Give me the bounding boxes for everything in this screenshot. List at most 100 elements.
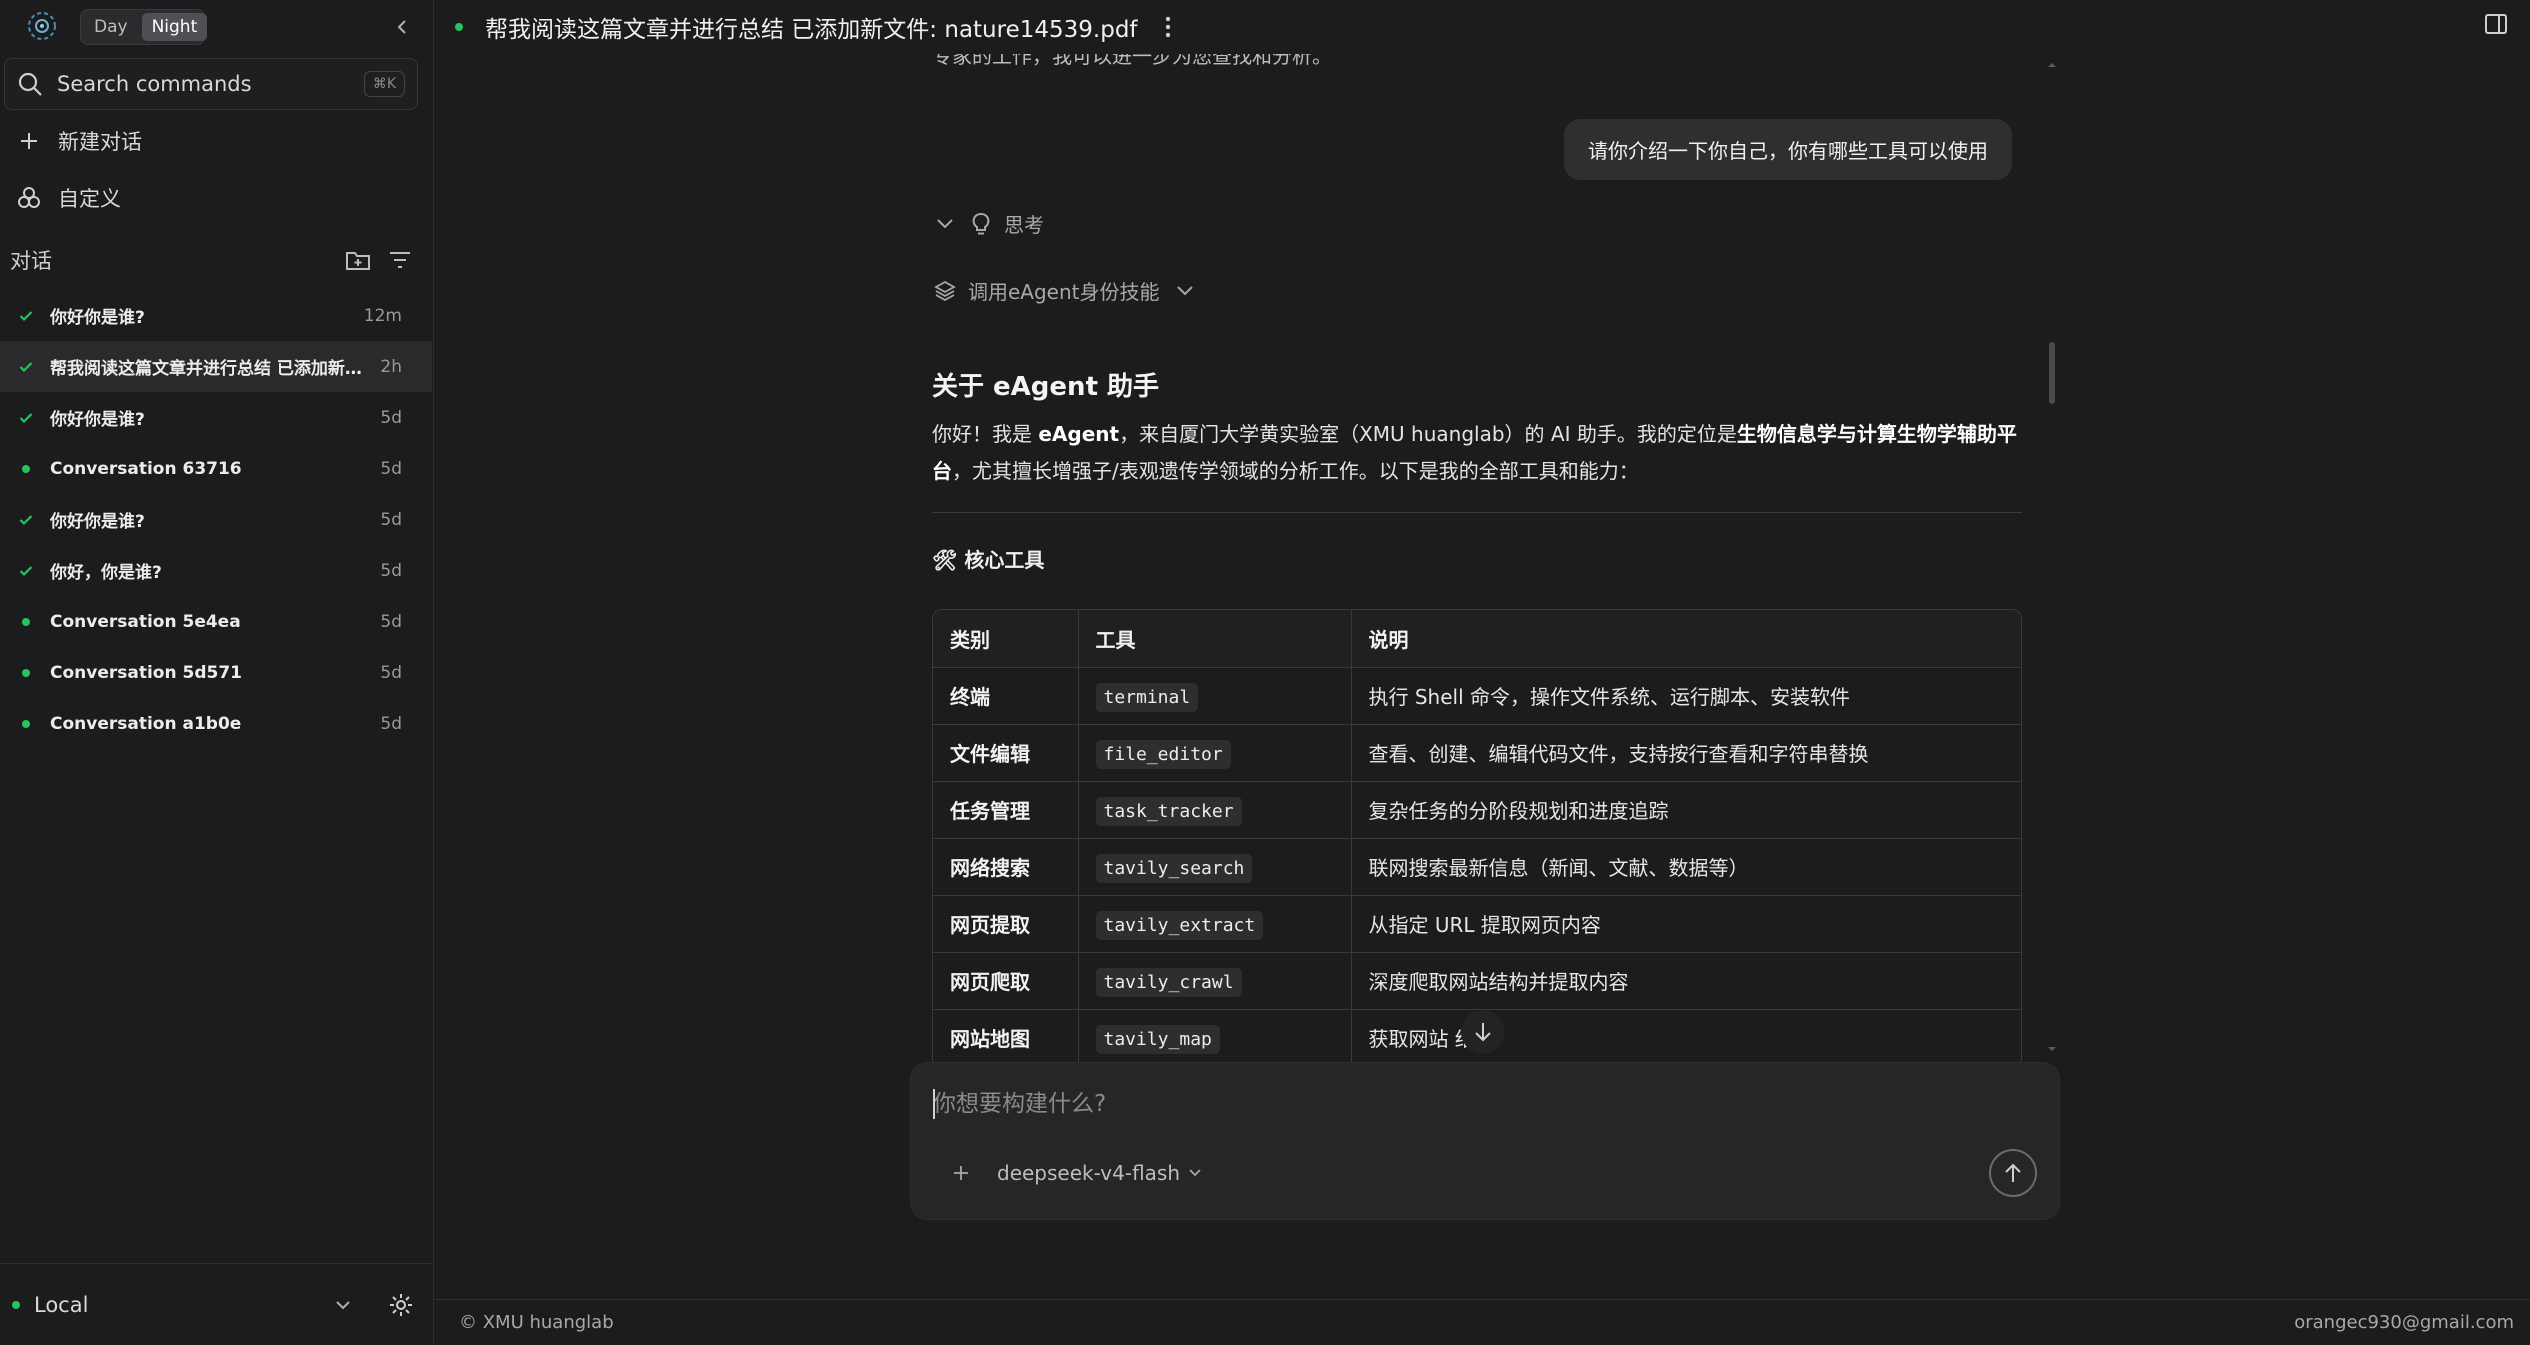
text-caret	[933, 1089, 935, 1119]
conversation-time: 5d	[380, 611, 402, 632]
check-icon	[18, 308, 34, 324]
conversation-title: 你好你是谁?	[50, 410, 145, 430]
toggle-panel-icon[interactable]	[2484, 12, 2512, 40]
tool-name: tavily_extract	[1095, 910, 1264, 940]
search-shortcut-badge: ⌘K	[363, 71, 405, 97]
intro-text-2: ，来自厦门大学黄实验室（XMU huanglab）的 AI 助手。我的定位是	[1119, 422, 1737, 446]
skill-call-toggle[interactable]: 调用eAgent身份技能	[932, 276, 1198, 305]
conversation-item[interactable]: 你好你是谁? 12m	[0, 290, 432, 341]
customize-button[interactable]: 自定义	[16, 178, 121, 218]
conversation-title: 你好，你是谁?	[50, 563, 162, 583]
intro-agent-name: eAgent	[1038, 422, 1120, 446]
conversation-time: 2h	[380, 356, 402, 377]
tools-table: 类别 工具 说明 终端 terminal 执行 Shell 命令，操作文件系统、运行…	[932, 609, 2022, 1062]
status-dot	[18, 614, 34, 630]
scroll-to-bottom-button[interactable]	[1461, 1010, 1505, 1054]
conversation-title: 你好你是谁?	[50, 512, 145, 532]
chevron-down-icon[interactable]	[328, 1290, 358, 1320]
chevron-left-icon	[397, 20, 406, 34]
conversation-item[interactable]: 你好你是谁? 5d	[0, 392, 432, 443]
tools-heading: 🛠 核心工具	[932, 548, 1045, 572]
thinking-toggle[interactable]: 思考	[932, 209, 1044, 238]
gear-icon[interactable]	[386, 1290, 416, 1320]
divider	[932, 512, 2022, 513]
conversation-item[interactable]: 你好，你是谁? 5d	[0, 545, 432, 596]
chevron-down-icon	[932, 211, 958, 237]
search-label: Search commands	[57, 72, 252, 96]
tool-description: 从指定 URL 提取网页内容	[1351, 895, 2021, 953]
table-row: 终端 terminal 执行 Shell 命令，操作文件系统、运行脚本、安装软件	[933, 667, 2021, 725]
tool-name-cell: file_editor	[1078, 724, 1352, 782]
search-commands[interactable]: Search commands ⌘K	[4, 58, 418, 110]
check-icon	[18, 359, 34, 375]
workspace-status-dot	[12, 1300, 20, 1309]
conversation-time: 12m	[363, 305, 402, 326]
column-header-tool: 工具	[1078, 610, 1352, 668]
conversation-time: 5d	[380, 713, 402, 734]
tool-name: file_editor	[1095, 739, 1231, 769]
tool-name: task_tracker	[1095, 796, 1242, 826]
more-options-icon[interactable]	[1158, 12, 1178, 42]
conversation-time: 5d	[380, 662, 402, 683]
table-row: 网页提取 tavily_extract 从指定 URL 提取网页内容	[933, 895, 2021, 953]
copyright-text: © XMU huanglab	[459, 1312, 614, 1333]
intro-text-1: 你好！我是	[932, 422, 1039, 446]
tool-name: tavily_search	[1095, 853, 1253, 883]
collapse-sidebar-button[interactable]	[388, 12, 418, 42]
tool-category: 文件编辑	[933, 724, 1079, 782]
table-row: 文件编辑 file_editor 查看、创建、编辑代码文件，支持按行查看和字符串替换	[933, 724, 2021, 782]
send-button[interactable]	[1989, 1149, 2037, 1197]
tool-name-cell: tavily_search	[1078, 838, 1352, 896]
conversation-title: Conversation 63716	[50, 458, 242, 479]
column-header-description: 说明	[1351, 610, 2021, 668]
conversation-item[interactable]: Conversation 5e4ea 5d	[0, 596, 432, 647]
sidebar: Day Night Search commands ⌘K 新建对话 自定义 对话…	[0, 0, 434, 1345]
chat-scrollbar[interactable]	[2047, 60, 2057, 1058]
new-chat-button[interactable]: 新建对话	[16, 121, 142, 161]
conversation-status-dot	[455, 23, 463, 31]
attach-plus-icon[interactable]	[947, 1159, 975, 1187]
conversation-item[interactable]: 你好你是谁? 5d	[0, 494, 432, 545]
message-composer: deepseek-v4-flash	[910, 1062, 2060, 1220]
workspace-selector[interactable]: Local	[12, 1293, 328, 1317]
conversation-item[interactable]: 帮我阅读这篇文章并进行总结 已添加新文件: nature14539.pdf 2h	[0, 341, 432, 392]
check-icon	[18, 563, 34, 579]
theme-night-option[interactable]: Night	[141, 13, 208, 41]
table-row: 网络搜索 tavily_search 联网搜索最新信息（新闻、文献、数据等）	[933, 838, 2021, 896]
filter-icon[interactable]	[386, 246, 414, 274]
skill-label: 调用eAgent身份技能	[968, 280, 1160, 304]
tool-description: 查看、创建、编辑代码文件，支持按行查看和字符串替换	[1351, 724, 2021, 782]
theme-day-option[interactable]: Day	[84, 13, 138, 41]
conversation-title: Conversation 5e4ea	[50, 611, 241, 632]
conversation-time: 5d	[380, 509, 402, 530]
column-header-category: 类别	[933, 610, 1079, 668]
table-row: 任务管理 task_tracker 复杂任务的分阶段规划和进度追踪	[933, 781, 2021, 839]
thinking-label: 思考	[1004, 213, 1044, 237]
status-dot	[18, 461, 34, 477]
page-footer: © XMU huanglab orangec930@gmail.com	[435, 1299, 2530, 1345]
answer-intro: 你好！我是 eAgent，来自厦门大学黄实验室（XMU huanglab）的 A…	[932, 416, 2022, 490]
chat-scrollbar-thumb[interactable]	[2049, 342, 2055, 404]
theme-toggle: Day Night	[80, 9, 208, 45]
conversations-header: 对话	[10, 242, 414, 278]
tool-name: tavily_map	[1095, 1024, 1220, 1054]
conversation-time: 5d	[380, 407, 402, 428]
app-logo-icon[interactable]	[22, 6, 62, 46]
conversation-item[interactable]: Conversation 63716 5d	[0, 443, 432, 494]
message-input[interactable]	[933, 1087, 1833, 1121]
scroll-up-arrow-icon[interactable]	[2046, 60, 2058, 68]
conversation-item[interactable]: Conversation 5d571 5d	[0, 647, 432, 698]
tool-name: tavily_crawl	[1095, 967, 1242, 997]
scroll-down-arrow-icon[interactable]	[2046, 1046, 2058, 1054]
conversation-time: 5d	[380, 560, 402, 581]
check-icon	[18, 410, 34, 426]
tool-description: 执行 Shell 命令，操作文件系统、运行脚本、安装软件	[1351, 667, 2021, 725]
table-row: 网页爬取 tavily_crawl 深度爬取网站结构并提取内容	[933, 952, 2021, 1010]
new-folder-icon[interactable]	[344, 246, 372, 274]
tool-category: 网页爬取	[933, 952, 1079, 1010]
workspace-label: Local	[34, 1292, 89, 1317]
conversation-item[interactable]: Conversation a1b0e 5d	[0, 698, 432, 749]
model-selector[interactable]: deepseek-v4-flash	[997, 1161, 1206, 1185]
tool-category: 任务管理	[933, 781, 1079, 839]
search-icon	[18, 72, 42, 96]
